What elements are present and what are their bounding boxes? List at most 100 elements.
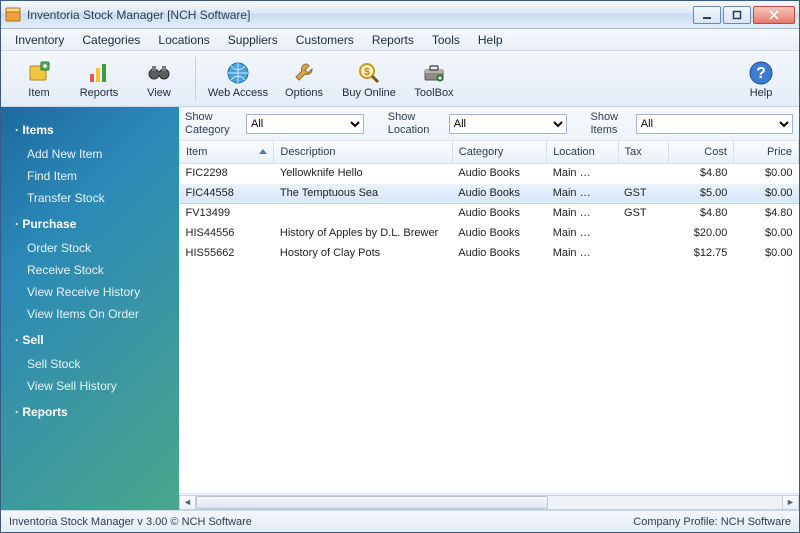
show-items-select[interactable]: All xyxy=(636,114,793,134)
window-buttons xyxy=(693,6,795,24)
maximize-button[interactable] xyxy=(723,6,751,24)
close-button[interactable] xyxy=(753,6,795,24)
status-right: Company Profile: NCH Software xyxy=(633,516,791,528)
minimize-button[interactable] xyxy=(693,6,721,24)
items-table: ItemDescriptionCategoryLocationTaxCostPr… xyxy=(179,141,799,264)
toolbar-buy-online-button[interactable]: $ Buy Online xyxy=(334,54,404,104)
sidebar-link[interactable]: Add New Item xyxy=(1,143,179,165)
cell: $0.00 xyxy=(733,163,798,183)
bar-chart-icon xyxy=(85,59,113,87)
cell: Main … xyxy=(547,163,618,183)
cell: GST xyxy=(618,183,668,203)
toolbar-help-button[interactable]: ? Help xyxy=(731,54,791,104)
menu-categories[interactable]: Categories xyxy=(74,31,148,49)
help-icon: ? xyxy=(747,59,775,87)
toolbar-help-label: Help xyxy=(750,87,773,99)
table-row[interactable]: FIC44558The Temptuous SeaAudio BooksMain… xyxy=(180,183,799,203)
table-row[interactable]: HIS44556History of Apples by D.L. Brewer… xyxy=(180,223,799,243)
menu-help[interactable]: Help xyxy=(470,31,511,49)
cell: $4.80 xyxy=(733,203,798,223)
menu-bar: InventoryCategoriesLocationsSuppliersCus… xyxy=(1,29,799,51)
window-title: Inventoria Stock Manager [NCH Software] xyxy=(27,8,693,22)
menu-suppliers[interactable]: Suppliers xyxy=(220,31,286,49)
svg-text:?: ? xyxy=(756,65,766,82)
cell: $12.75 xyxy=(668,243,733,263)
scroll-left-button[interactable]: ◄ xyxy=(179,495,196,510)
cell: Main … xyxy=(547,183,618,203)
scroll-track[interactable] xyxy=(196,495,782,510)
toolbar-item-button[interactable]: Item xyxy=(9,54,69,104)
col-description[interactable]: Description xyxy=(274,141,452,163)
toolbar-view-label: View xyxy=(147,87,171,99)
sidebar-link[interactable]: View Sell History xyxy=(1,375,179,397)
sidebar-group-reports[interactable]: Reports xyxy=(1,397,179,425)
table-row[interactable]: FIC2298Yellowknife HelloAudio BooksMain … xyxy=(180,163,799,183)
horizontal-scrollbar[interactable]: ◄ ► xyxy=(179,493,799,510)
status-left: Inventoria Stock Manager v 3.00 © NCH So… xyxy=(9,516,252,528)
cell: Audio Books xyxy=(452,223,546,243)
toolbar-view-button[interactable]: View xyxy=(129,54,189,104)
sidebar-group-purchase[interactable]: Purchase xyxy=(1,209,179,237)
cell: FIC44558 xyxy=(180,183,274,203)
scroll-thumb[interactable] xyxy=(196,496,548,509)
cell: Audio Books xyxy=(452,243,546,263)
table-row[interactable]: FV13499Audio BooksMain …GST$4.80$4.80 xyxy=(180,203,799,223)
scroll-right-button[interactable]: ► xyxy=(782,495,799,510)
toolbar-reports-button[interactable]: Reports xyxy=(69,54,129,104)
menu-tools[interactable]: Tools xyxy=(424,31,468,49)
table-wrap: ItemDescriptionCategoryLocationTaxCostPr… xyxy=(179,141,799,493)
sidebar-link[interactable]: View Items On Order xyxy=(1,303,179,325)
menu-inventory[interactable]: Inventory xyxy=(7,31,72,49)
sidebar-link[interactable]: View Receive History xyxy=(1,281,179,303)
table-header: ItemDescriptionCategoryLocationTaxCostPr… xyxy=(180,141,799,163)
toolbar-web-access-label: Web Access xyxy=(208,87,268,99)
cell: The Temptuous Sea xyxy=(274,183,452,203)
cell xyxy=(618,223,668,243)
toolbar-options-label: Options xyxy=(285,87,323,99)
sidebar-group-sell[interactable]: Sell xyxy=(1,325,179,353)
filter-bar: Show Category All Show Location All Show… xyxy=(179,107,799,141)
toolbar-toolbox-label: ToolBox xyxy=(414,87,453,99)
wrench-icon xyxy=(290,59,318,87)
sidebar-group-items[interactable]: Items xyxy=(1,115,179,143)
toolbar-options-button[interactable]: Options xyxy=(274,54,334,104)
show-location-select[interactable]: All xyxy=(449,114,567,134)
toolbar-web-access-button[interactable]: Web Access xyxy=(202,54,274,104)
toolbar-reports-label: Reports xyxy=(80,87,119,99)
sidebar-link[interactable]: Receive Stock xyxy=(1,259,179,281)
sidebar-link[interactable]: Transfer Stock xyxy=(1,187,179,209)
col-item[interactable]: Item xyxy=(180,141,274,163)
col-location[interactable]: Location xyxy=(547,141,618,163)
cell: FV13499 xyxy=(180,203,274,223)
cell: HIS55662 xyxy=(180,243,274,263)
menu-locations[interactable]: Locations xyxy=(150,31,217,49)
binoculars-icon xyxy=(145,59,173,87)
cell: Audio Books xyxy=(452,183,546,203)
cell: $0.00 xyxy=(733,223,798,243)
sidebar-link[interactable]: Order Stock xyxy=(1,237,179,259)
sidebar-link[interactable]: Sell Stock xyxy=(1,353,179,375)
col-price[interactable]: Price xyxy=(733,141,798,163)
menu-customers[interactable]: Customers xyxy=(288,31,362,49)
cell xyxy=(618,163,668,183)
cell: History of Apples by D.L. Brewer xyxy=(274,223,452,243)
menu-reports[interactable]: Reports xyxy=(364,31,422,49)
cell: Main … xyxy=(547,203,618,223)
toolbar-toolbox-button[interactable]: ToolBox xyxy=(404,54,464,104)
col-cost[interactable]: Cost xyxy=(668,141,733,163)
status-bar: Inventoria Stock Manager v 3.00 © NCH So… xyxy=(1,510,799,532)
magnifier-dollar-icon: $ xyxy=(355,59,383,87)
cell: Audio Books xyxy=(452,203,546,223)
col-category[interactable]: Category xyxy=(452,141,546,163)
toolbar-item-label: Item xyxy=(28,87,49,99)
cell: Hostory of Clay Pots xyxy=(274,243,452,263)
app-icon xyxy=(5,7,21,23)
show-category-select[interactable]: All xyxy=(246,114,364,134)
col-tax[interactable]: Tax xyxy=(618,141,668,163)
cell: $4.80 xyxy=(668,203,733,223)
sidebar-link[interactable]: Find Item xyxy=(1,165,179,187)
cell: $0.00 xyxy=(733,183,798,203)
table-row[interactable]: HIS55662Hostory of Clay PotsAudio BooksM… xyxy=(180,243,799,263)
cell: Yellowknife Hello xyxy=(274,163,452,183)
toolbar-buy-online-label: Buy Online xyxy=(342,87,396,99)
